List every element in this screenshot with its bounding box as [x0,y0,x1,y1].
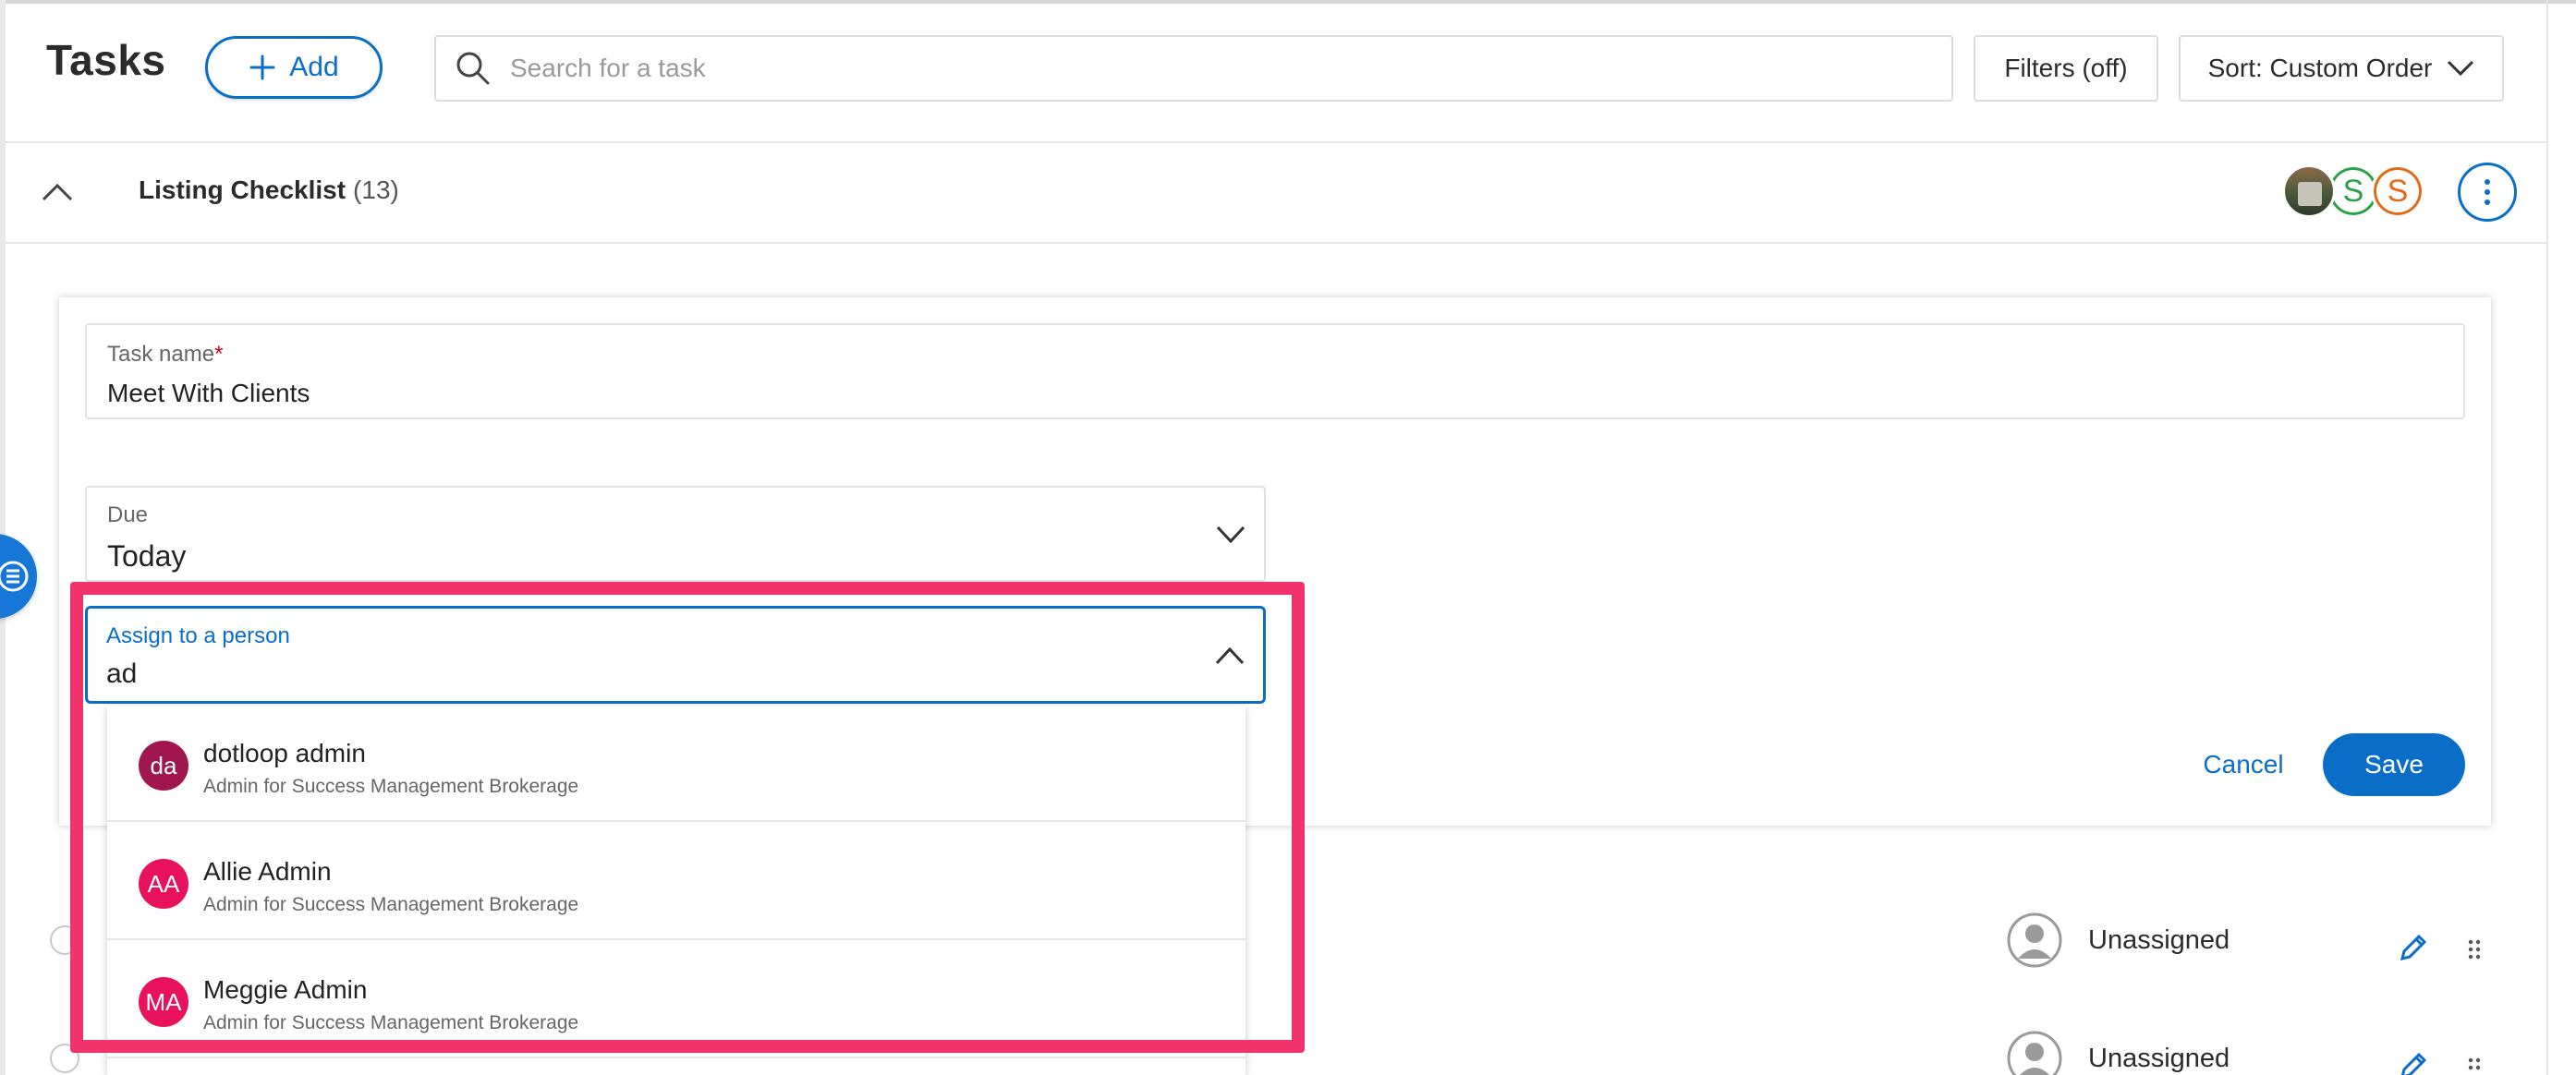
add-button-label: Add [289,52,339,82]
sort-button[interactable]: Sort: Custom Order [2179,35,2504,102]
checklist-divider [6,242,2546,244]
option-subtitle: Admin for Success Management Brokerage [203,1012,579,1033]
option-subtitle: Admin for Success Management Brokerage [203,894,579,915]
sort-label: Sort: Custom Order [2207,54,2433,82]
avatar[interactable]: S [2371,164,2424,218]
avatar: da [139,741,188,791]
more-vertical-icon [2485,179,2490,205]
due-select[interactable]: Due Today [85,486,1266,582]
drag-handle-icon[interactable] [2467,938,2482,960]
checklist-count: (13) [353,175,399,204]
checklist-name: Listing Checklist [139,175,346,204]
floating-action-button[interactable] [0,534,37,619]
search-input[interactable] [510,54,1896,83]
option-name: dotloop admin [203,739,366,767]
chevron-down-icon[interactable] [1216,525,1245,545]
task-name-label: Task name* [107,342,224,367]
checklist-title: Listing Checklist (13) [139,175,399,205]
task-name-value[interactable]: Meet With Clients [107,379,2443,408]
save-button[interactable]: Save [2323,733,2465,796]
chevron-down-icon [2448,60,2474,77]
person-icon [2007,1031,2062,1075]
plus-icon [249,54,275,80]
required-marker: * [214,342,224,367]
pencil-icon[interactable] [2397,1049,2430,1075]
header-divider [6,141,2546,143]
due-value: Today [107,539,187,573]
list-icon [0,561,29,592]
search-icon [456,52,490,85]
assign-input[interactable] [106,658,1123,690]
top-border [0,0,2576,4]
chevron-up-icon[interactable] [1215,646,1245,666]
participant-avatars: S S [2282,164,2424,220]
assignee-dropdown: da dotloop admin Admin for Success Manag… [107,706,1245,1075]
task-radio[interactable] [50,1044,79,1073]
option-subtitle: Admin for Success Management Brokerage [203,776,579,797]
task-assignee[interactable]: Unassigned [2088,1044,2230,1074]
person-icon [2007,912,2062,968]
option-name: Meggie Admin [203,975,368,1004]
more-options-button[interactable] [2458,163,2517,222]
avatar[interactable] [2282,164,2336,218]
add-task-button[interactable]: Add [205,36,383,99]
assign-person-field[interactable]: Assign to a person [85,606,1266,704]
task-name-field[interactable]: Task name* Meet With Clients [85,323,2465,419]
assign-label: Assign to a person [106,623,290,648]
task-radio[interactable] [50,925,79,955]
dropdown-option[interactable]: MA Meggie Admin Admin for Success Manage… [107,942,1245,1058]
right-rail [2546,0,2548,1075]
pencil-icon[interactable] [2397,931,2430,964]
cancel-button[interactable]: Cancel [2188,746,2299,783]
due-label: Due [107,502,149,527]
avatar: MA [139,977,188,1027]
chevron-up-icon[interactable] [41,181,74,203]
dropdown-option[interactable]: AA Allie Admin Admin for Success Managem… [107,824,1245,940]
filters-button[interactable]: Filters (off) [1974,35,2158,102]
task-assignee[interactable]: Unassigned [2088,925,2230,956]
page-title: Tasks [46,36,166,84]
avatar: AA [139,859,188,909]
option-name: Allie Admin [203,857,332,886]
search-box[interactable] [434,35,1953,102]
drag-handle-icon[interactable] [2467,1057,2482,1075]
dropdown-option[interactable]: da dotloop admin Admin for Success Manag… [107,706,1245,822]
